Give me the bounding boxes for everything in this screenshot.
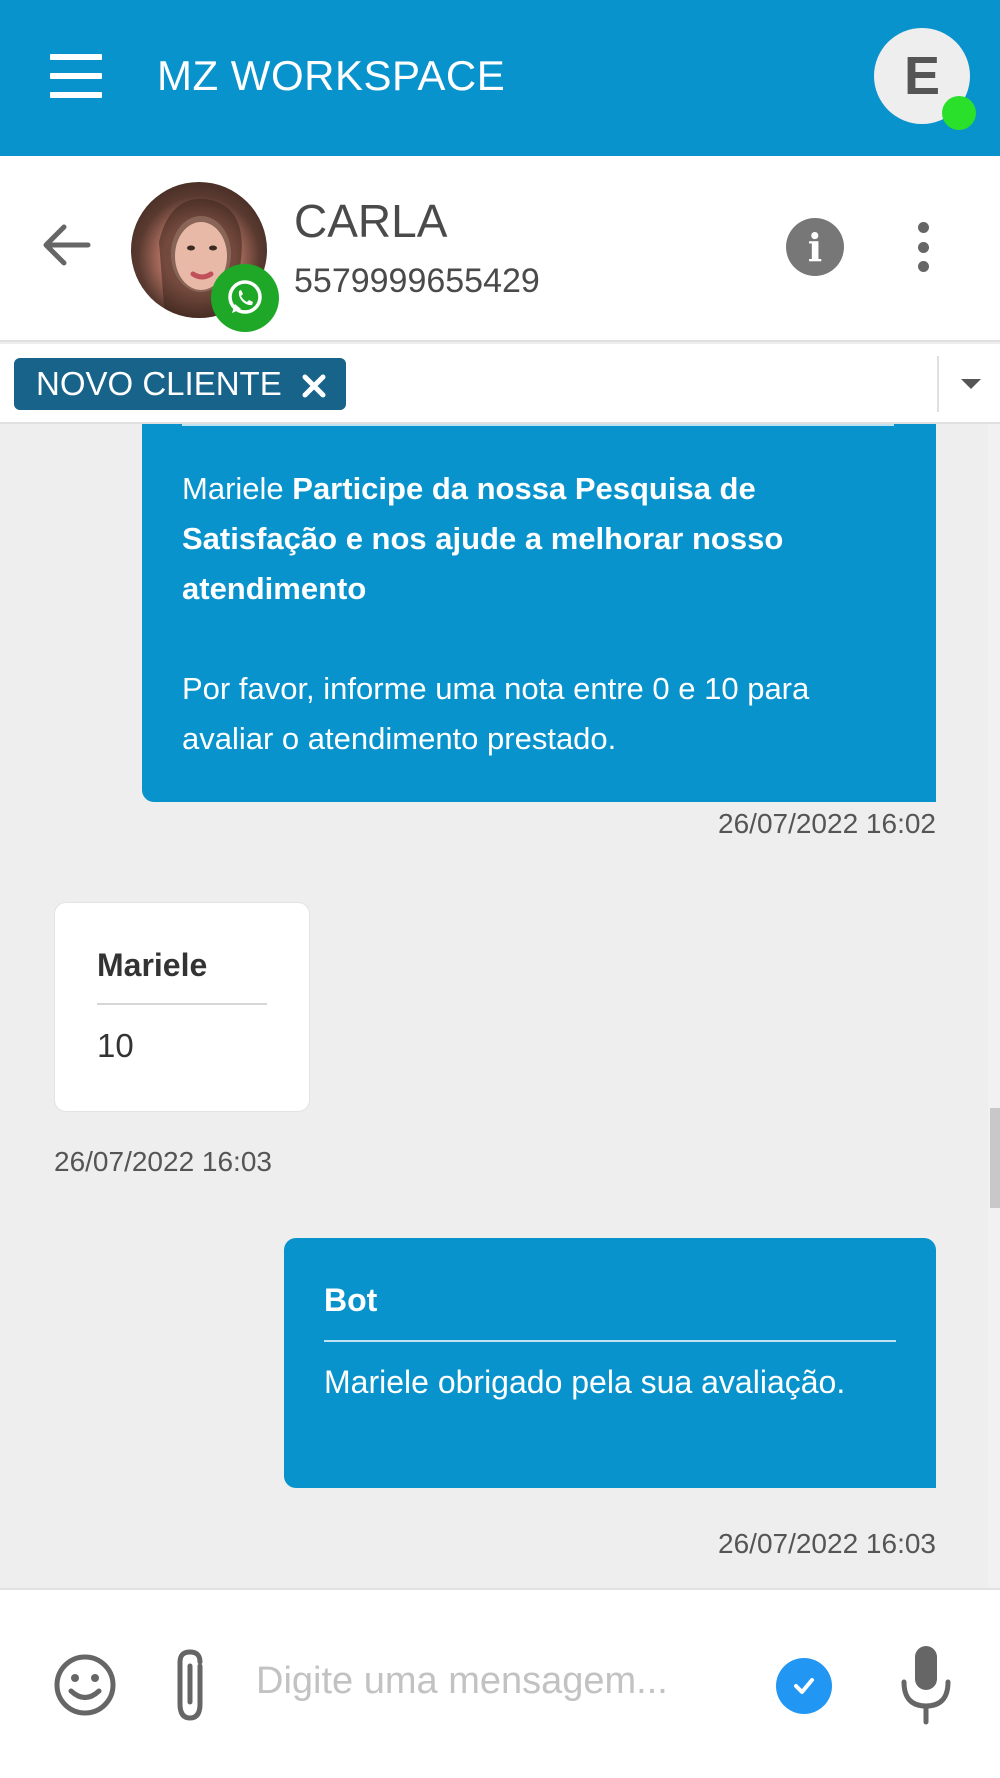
online-status-indicator (942, 96, 976, 130)
whatsapp-icon (211, 264, 279, 332)
message-bubble-incoming: Mariele 10 (54, 902, 310, 1112)
message-sender: Bot (324, 1282, 378, 1318)
tag-bar: NOVO CLIENTE (0, 344, 1000, 424)
message-bubble-outgoing: Mariele Participe da nossa Pesquisa de S… (142, 424, 936, 802)
close-icon[interactable] (300, 370, 328, 398)
message-text: 10 (97, 1027, 134, 1064)
paperclip-icon[interactable] (164, 1646, 216, 1724)
back-arrow-icon[interactable] (40, 218, 94, 272)
menu-icon[interactable] (50, 54, 102, 98)
message-text: Mariele obrigado pela sua avaliação. (324, 1364, 846, 1400)
message-sender: Mariele (97, 947, 208, 983)
message-timestamp: 26/07/2022 16:02 (718, 808, 936, 839)
microphone-icon[interactable] (896, 1642, 956, 1730)
more-options-icon[interactable] (906, 218, 940, 276)
divider (937, 356, 939, 412)
app-title: MZ WORKSPACE (157, 52, 506, 99)
bubble-divider (324, 1340, 896, 1342)
message-bubble-outgoing: Bot Mariele obrigado pela sua avaliação. (284, 1238, 936, 1488)
tag-chip[interactable]: NOVO CLIENTE (14, 358, 346, 410)
info-icon[interactable]: i (786, 218, 844, 276)
chat-area: Mariele Participe da nossa Pesquisa de S… (0, 424, 1000, 1588)
chevron-down-icon[interactable] (956, 374, 986, 394)
message-composer (0, 1588, 1000, 1778)
message-timestamp: 26/07/2022 16:03 (54, 1146, 272, 1177)
message-text: Por favor, informe uma nota entre 0 e 10… (182, 671, 810, 756)
message-text: Mariele Participe da nossa Pesquisa de S… (182, 471, 784, 606)
contact-name: CARLA (294, 195, 448, 247)
scrollbar-thumb[interactable] (990, 1108, 1000, 1208)
tag-label: NOVO CLIENTE (36, 365, 282, 402)
scrollbar-track[interactable] (988, 424, 1000, 1588)
contact-phone: 5579999655429 (294, 262, 540, 300)
bubble-divider (182, 424, 894, 426)
check-icon[interactable] (776, 1658, 832, 1714)
contact-header: CARLA 5579999655429 i (0, 156, 1000, 342)
app-bar: MZ WORKSPACE E (0, 0, 1000, 156)
bubble-divider (97, 1003, 267, 1005)
emoji-icon[interactable] (52, 1652, 118, 1718)
message-timestamp: 26/07/2022 16:03 (718, 1528, 936, 1559)
message-input[interactable] (254, 1646, 734, 1716)
